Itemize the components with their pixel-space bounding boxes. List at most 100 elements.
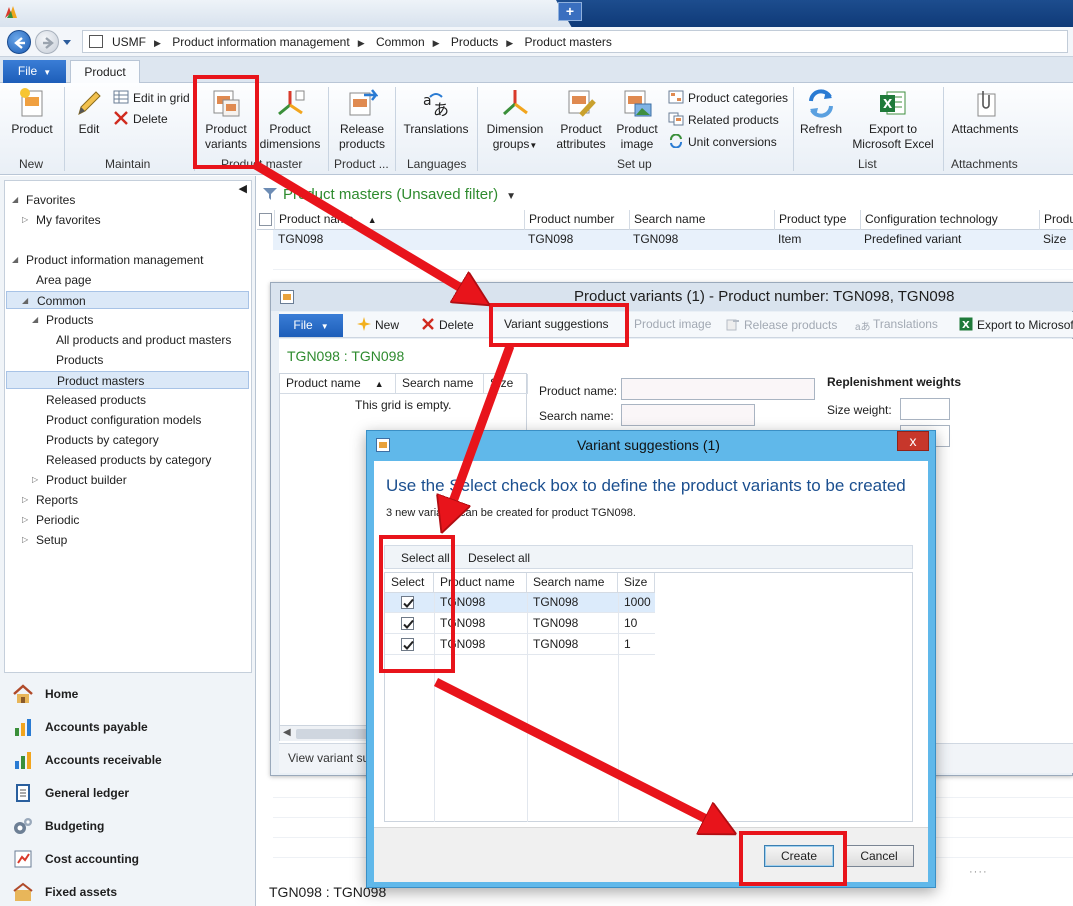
select-all-button[interactable]: Select all bbox=[401, 551, 450, 565]
module-budgeting[interactable]: Budgeting bbox=[12, 814, 104, 838]
select-checkbox[interactable] bbox=[401, 596, 414, 609]
product-dimensions-button[interactable]: Product dimensions bbox=[258, 87, 322, 152]
create-button[interactable]: Create bbox=[764, 845, 834, 867]
variant-suggestions-titlebar[interactable]: Variant suggestions (1) x bbox=[367, 431, 935, 460]
breadcrumb-product-masters[interactable]: Product masters bbox=[525, 35, 612, 49]
pv-release-products-button[interactable]: Release products bbox=[726, 317, 837, 332]
module-accounts-payable[interactable]: Accounts payable bbox=[12, 715, 148, 739]
product-name-field[interactable] bbox=[621, 378, 815, 400]
column-product-dimension-group[interactable]: Produ bbox=[1039, 210, 1073, 230]
nav-product-builder[interactable]: ▷ Product builder bbox=[32, 471, 127, 489]
size-weight-field[interactable] bbox=[900, 398, 950, 420]
pv-export-button[interactable]: X Export to Microsof bbox=[959, 317, 1073, 332]
search-name-field[interactable] bbox=[621, 404, 755, 426]
select-all-checkbox[interactable] bbox=[259, 213, 272, 226]
module-accounts-receivable[interactable]: Accounts receivable bbox=[12, 748, 162, 772]
collapse-pane-icon[interactable]: ◀ bbox=[239, 182, 247, 195]
breadcrumb-module[interactable]: Product information management bbox=[172, 35, 349, 49]
nav-product-config-models[interactable]: Product configuration models bbox=[46, 411, 201, 429]
pv-column-product-name[interactable]: Product name ▲ bbox=[280, 374, 396, 394]
nav-all-products[interactable]: All products and product masters bbox=[56, 331, 231, 349]
nav-area-page[interactable]: Area page bbox=[36, 271, 91, 289]
table-row[interactable]: TGN098 TGN098 TGN098 Item Predefined var… bbox=[273, 230, 1073, 250]
breadcrumb-common[interactable]: Common bbox=[376, 35, 425, 49]
select-checkbox[interactable] bbox=[401, 617, 414, 630]
column-search-name[interactable]: Search name bbox=[527, 573, 618, 593]
column-search-name[interactable]: Search name bbox=[629, 210, 773, 230]
breadcrumb-company[interactable]: USMF bbox=[112, 35, 146, 49]
related-products-button[interactable]: Related products bbox=[668, 112, 779, 127]
dimension-groups-button[interactable]: Dimension groups▼ bbox=[482, 87, 548, 153]
back-button[interactable] bbox=[7, 30, 31, 54]
unit-conversions-button[interactable]: Unit conversions bbox=[668, 133, 777, 149]
table-row[interactable]: TGN098 TGN098 10 bbox=[385, 614, 655, 634]
scroll-left-icon[interactable]: ◀ bbox=[283, 727, 291, 738]
edit-button[interactable]: Edit bbox=[70, 87, 108, 137]
nav-product-masters[interactable]: Product masters bbox=[6, 371, 249, 389]
grid-empty-message: This grid is empty. bbox=[355, 398, 452, 412]
product-categories-button[interactable]: Product categories bbox=[668, 90, 788, 105]
module-fixed-assets[interactable]: Fixed assets bbox=[12, 880, 117, 904]
table-row[interactable]: TGN098 TGN098 1000 bbox=[385, 593, 655, 613]
splitter-grip[interactable]: ···· bbox=[969, 866, 988, 878]
pv-new-button[interactable]: New bbox=[357, 317, 399, 332]
expanded-triangle-icon: ◢ bbox=[22, 296, 29, 305]
export-to-excel-button[interactable]: X Export to Microsoft Excel bbox=[850, 87, 936, 152]
nav-module-pim[interactable]: ◢ Product information management bbox=[12, 251, 203, 269]
cancel-button[interactable]: Cancel bbox=[844, 845, 914, 867]
history-dropdown-icon[interactable] bbox=[62, 37, 72, 47]
column-product-type[interactable]: Product type bbox=[774, 210, 859, 230]
pv-delete-button[interactable]: Delete bbox=[421, 317, 474, 332]
product-variants-titlebar[interactable]: Product variants (1) - Product number: T… bbox=[271, 283, 1073, 311]
translations-button[interactable]: aあ Translations bbox=[400, 87, 472, 137]
attachments-label: Attachments bbox=[951, 122, 1019, 136]
forward-button[interactable] bbox=[35, 30, 59, 54]
module-home[interactable]: Home bbox=[12, 682, 78, 706]
release-products-button[interactable]: Release products bbox=[334, 87, 390, 152]
close-button[interactable]: x bbox=[897, 431, 929, 451]
module-cost-accounting[interactable]: Cost accounting bbox=[12, 847, 139, 871]
product-image-button[interactable]: Product image bbox=[614, 87, 660, 152]
column-select[interactable]: Select bbox=[385, 573, 434, 593]
pv-file-tab[interactable]: File ▼ bbox=[279, 314, 343, 337]
list-page-title[interactable]: Product masters (Unsaved filter) ▼ bbox=[263, 186, 516, 203]
breadcrumb[interactable]: USMF ▶ Product information management ▶ Co… bbox=[82, 30, 1068, 53]
select-checkbox[interactable] bbox=[401, 638, 414, 651]
column-product-name[interactable]: Product name ▲ bbox=[274, 210, 523, 230]
column-product-name[interactable]: Product name bbox=[434, 573, 527, 593]
product-attributes-button[interactable]: Product attributes bbox=[553, 87, 609, 152]
table-row[interactable]: TGN098 TGN098 1 bbox=[385, 635, 655, 655]
column-product-number[interactable]: Product number bbox=[524, 210, 628, 230]
workspace-button[interactable]: + bbox=[558, 2, 582, 21]
edit-in-grid-button[interactable]: Edit in grid bbox=[113, 90, 190, 105]
attachments-button[interactable]: Attachments bbox=[948, 87, 1022, 137]
nav-released-products[interactable]: Released products bbox=[46, 391, 146, 409]
delete-button[interactable]: Delete bbox=[113, 111, 168, 126]
scrollbar-thumb[interactable] bbox=[296, 729, 368, 739]
variant-suggestions-button[interactable]: Variant suggestions bbox=[504, 317, 609, 331]
pv-column-size[interactable]: Size bbox=[484, 374, 528, 394]
nav-my-favorites[interactable]: ▷ My favorites bbox=[22, 211, 101, 229]
refresh-button[interactable]: Refresh bbox=[798, 87, 844, 137]
product-variants-button[interactable]: Product variants bbox=[199, 87, 253, 152]
pv-translations-button[interactable]: aあ Translations bbox=[855, 317, 938, 333]
breadcrumb-products[interactable]: Products bbox=[451, 35, 498, 49]
nav-products-by-category[interactable]: Products by category bbox=[46, 431, 159, 449]
nav-products-folder[interactable]: ◢ Products bbox=[32, 311, 93, 329]
new-product-button[interactable]: Product bbox=[8, 87, 56, 137]
nav-released-by-category[interactable]: Released products by category bbox=[46, 451, 211, 469]
nav-reports[interactable]: ▷ Reports bbox=[22, 491, 78, 509]
pv-product-image-button[interactable]: Product image bbox=[634, 317, 711, 331]
nav-favorites[interactable]: ◢ Favorites bbox=[12, 191, 75, 209]
deselect-all-button[interactable]: Deselect all bbox=[468, 551, 530, 565]
module-general-ledger[interactable]: General ledger bbox=[12, 781, 129, 805]
nav-common[interactable]: ◢ Common bbox=[6, 291, 249, 309]
nav-periodic[interactable]: ▷ Periodic bbox=[22, 511, 79, 529]
column-size[interactable]: Size bbox=[618, 573, 655, 593]
column-configuration-technology[interactable]: Configuration technology bbox=[860, 210, 1038, 230]
tab-product[interactable]: Product bbox=[70, 60, 140, 84]
file-tab[interactable]: File ▼ bbox=[3, 60, 66, 83]
nav-products[interactable]: Products bbox=[56, 351, 103, 369]
pv-column-search-name[interactable]: Search name bbox=[396, 374, 484, 394]
nav-setup[interactable]: ▷ Setup bbox=[22, 531, 67, 549]
